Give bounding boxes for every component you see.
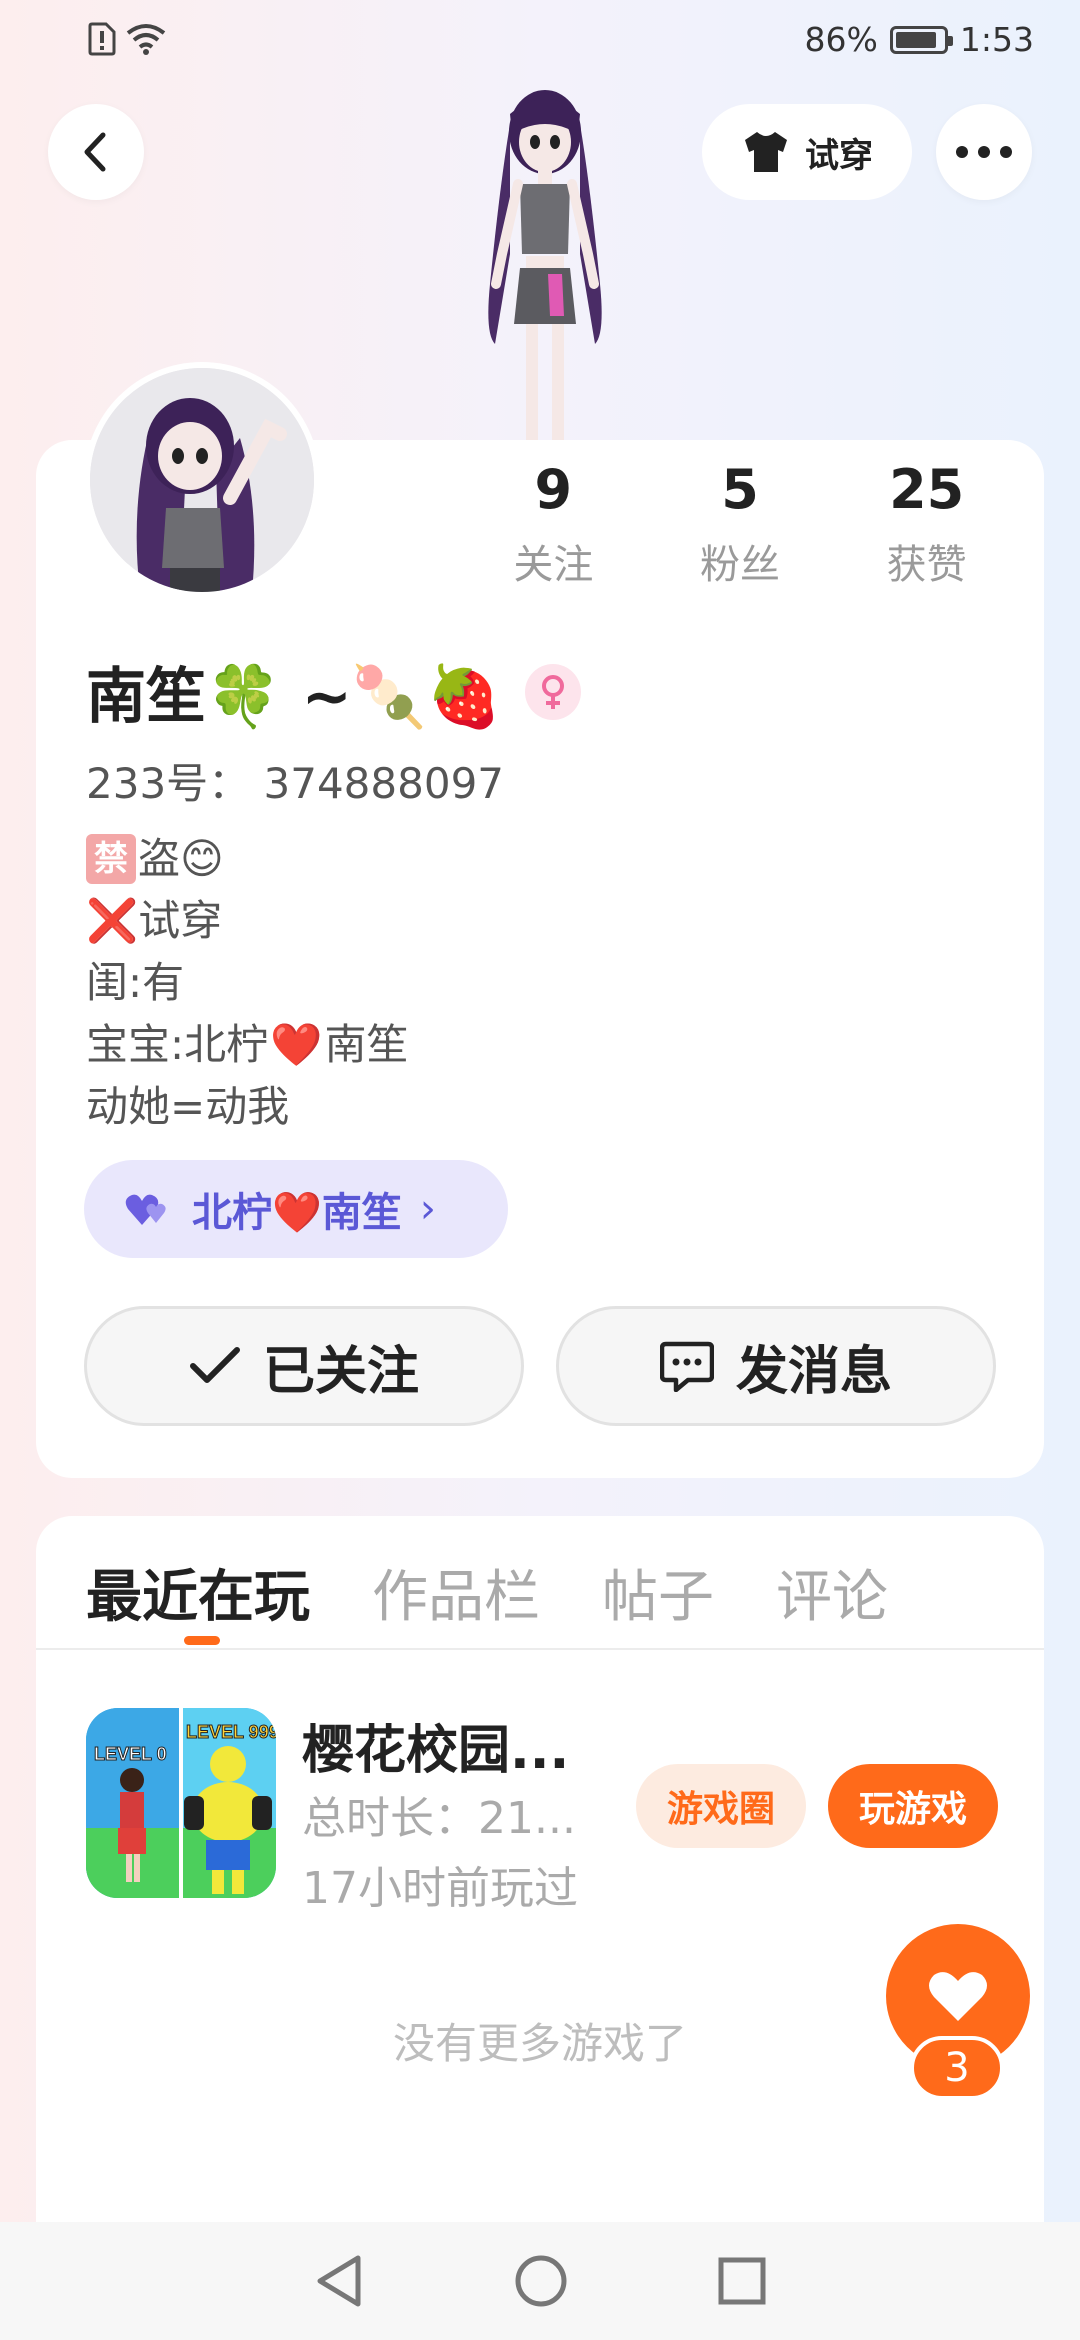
heart-icon <box>929 1972 987 2021</box>
tabs-divider <box>36 1648 1044 1650</box>
tab-comments[interactable]: 评论 <box>776 1552 888 1633</box>
level-right-label: LEVEL 999 <box>186 1722 276 1742</box>
bio-text: 闺:有 <box>86 958 185 1007</box>
game-circle-button[interactable]: 游戏圈 <box>636 1764 806 1848</box>
game-last-played: 17小时前玩过 <box>302 1863 578 1914</box>
stat-following[interactable]: 9 关注 <box>460 454 647 590</box>
more-dots-icon <box>956 146 1012 158</box>
stat-label: 粉丝 <box>700 542 780 588</box>
sim-alert-icon <box>88 22 116 56</box>
followed-button[interactable]: 已关注 <box>84 1306 524 1426</box>
nav-recents-icon[interactable] <box>718 2257 766 2305</box>
battery-icon <box>889 25 953 54</box>
stats-row: 9 关注 5 粉丝 25 获赞 <box>460 454 1020 590</box>
send-message-label: 发消息 <box>735 1341 892 1402</box>
stat-label: 获赞 <box>886 542 967 588</box>
nickname: 南笙🍀 ~🍡🍓 <box>86 662 502 732</box>
status-bar: 86% 1:53 <box>0 0 1080 84</box>
game-icon[interactable]: LEVEL 0 LEVEL 999 <box>86 1708 276 1898</box>
game-list-item[interactable]: LEVEL 0 LEVEL 999 樱花校园... 总时长：21... 17小时… <box>86 1708 1006 1914</box>
wifi-icon <box>126 24 166 55</box>
stat-number: 5 <box>721 458 759 521</box>
stat-number: 25 <box>889 458 965 521</box>
like-count-badge: 3 <box>910 2036 1004 2100</box>
bio-text: 南笙 <box>324 1020 409 1069</box>
user-id: 233号： 374888097 <box>86 759 505 808</box>
bio: 禁 盗😊 ❌试穿 闺:有 宝宝:北柠 ❤️ 南笙 动她=动我 <box>86 828 408 1138</box>
game-duration: 总时长：21... <box>302 1793 576 1844</box>
nav-back-icon[interactable] <box>314 2254 364 2308</box>
tshirt-icon <box>745 132 787 172</box>
battery-percent: 86% <box>804 20 878 59</box>
game-title: 樱花校园... <box>302 1721 570 1781</box>
nickname-row: 南笙🍀 ~🍡🍓 <box>86 648 582 735</box>
bio-text: 盗😊 <box>138 834 224 883</box>
profile-tabs: 最近在玩 作品栏 帖子 评论 <box>86 1552 888 1633</box>
send-message-button[interactable]: 发消息 <box>556 1306 996 1426</box>
more-button[interactable] <box>936 104 1032 200</box>
back-button[interactable] <box>48 104 144 200</box>
active-tab-indicator <box>184 1636 220 1645</box>
heart-emoji: ❤️ <box>272 1190 322 1236</box>
clock: 1:53 <box>959 20 1034 59</box>
female-gender-icon <box>525 663 582 720</box>
tab-recently-played[interactable]: 最近在玩 <box>86 1552 310 1633</box>
ban-badge: 禁 <box>86 834 136 884</box>
bio-text: ❌试穿 <box>86 896 223 945</box>
double-heart-icon <box>125 1194 166 1225</box>
stat-followers[interactable]: 5 粉丝 <box>647 454 834 590</box>
nav-home-icon[interactable] <box>514 2254 568 2308</box>
followed-label: 已关注 <box>262 1341 419 1402</box>
avatar[interactable] <box>84 362 320 598</box>
tab-works[interactable]: 作品栏 <box>372 1552 540 1633</box>
system-nav-bar <box>0 2222 1080 2340</box>
cp-relationship-badge[interactable]: 北柠❤️南笙 › <box>84 1160 508 1258</box>
try-on-label: 试穿 <box>805 135 873 176</box>
cp-name-left: 北柠 <box>192 1190 272 1236</box>
try-on-button[interactable]: 试穿 <box>702 104 912 200</box>
avatar-image <box>90 368 314 592</box>
tab-posts[interactable]: 帖子 <box>602 1552 714 1633</box>
heart-emoji: ❤️ <box>270 1020 323 1069</box>
stat-likes[interactable]: 25 获赞 <box>833 454 1020 590</box>
back-arrow-icon <box>84 132 106 172</box>
stat-number: 9 <box>534 458 573 521</box>
play-game-button[interactable]: 玩游戏 <box>828 1764 998 1848</box>
chevron-right-icon: › <box>419 1186 436 1232</box>
cp-name-right: 南笙 <box>321 1190 402 1236</box>
bio-text: 动她=动我 <box>86 1082 290 1131</box>
level-left-label: LEVEL 0 <box>94 1744 167 1764</box>
stat-label: 关注 <box>513 542 594 588</box>
bio-text: 宝宝:北柠 <box>86 1020 269 1069</box>
chat-bubble-icon <box>659 1341 714 1392</box>
check-icon <box>189 1347 240 1383</box>
avatar-model-image[interactable] <box>440 84 650 440</box>
